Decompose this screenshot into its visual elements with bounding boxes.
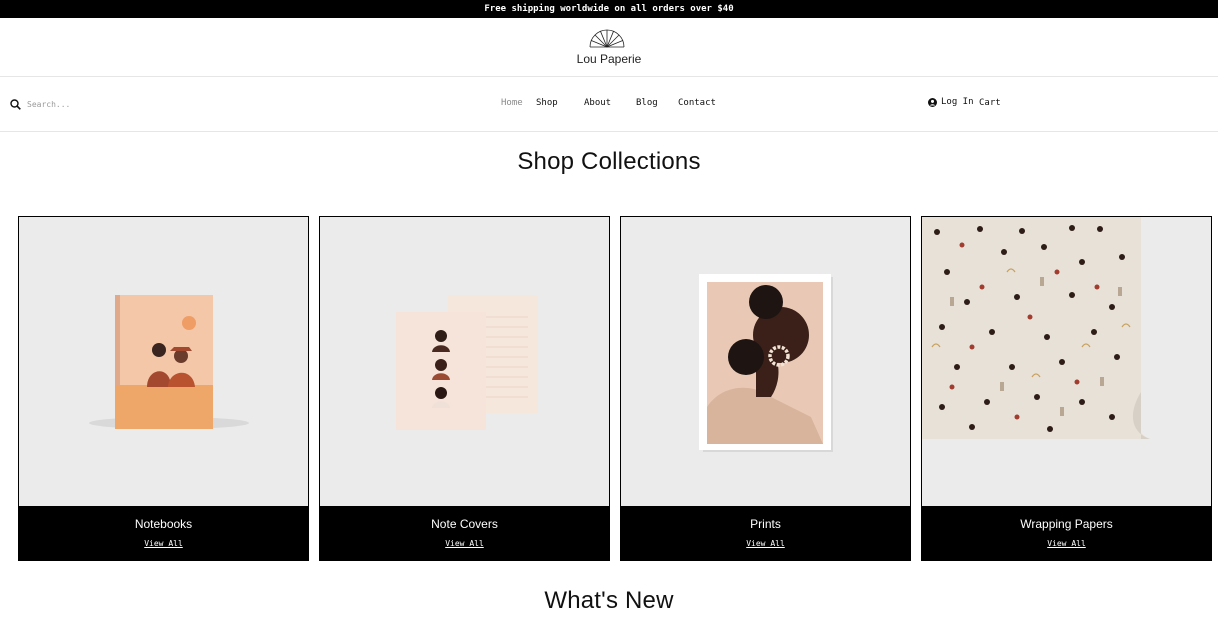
nav-blog[interactable]: Blog [636, 98, 658, 108]
search-box [10, 97, 147, 111]
notebook-image [19, 217, 308, 506]
cart-link[interactable]: Cart [979, 98, 1001, 108]
card-caption: Prints View All [621, 506, 910, 560]
nav-shop[interactable]: Shop [536, 98, 558, 108]
brand-name[interactable]: Lou Paperie [0, 52, 1218, 66]
card-title[interactable]: Note Covers [320, 517, 609, 531]
announcement-bar: Free shipping worldwide on all orders ov… [0, 0, 1218, 18]
card-title[interactable]: Notebooks [19, 517, 308, 531]
collection-card-wrapping-papers[interactable]: Wrapping Papers View All [921, 216, 1212, 561]
search-input[interactable] [27, 99, 147, 109]
view-all-link[interactable]: View All [922, 539, 1211, 548]
card-title[interactable]: Wrapping Papers [922, 517, 1211, 531]
login-link[interactable]: Log In [928, 97, 974, 107]
collection-card-prints[interactable]: Prints View All [620, 216, 911, 561]
whats-new-heading: What's New [544, 587, 674, 614]
note-covers-image [320, 217, 609, 506]
sunburst-logo-icon[interactable] [589, 28, 625, 48]
view-all-link[interactable]: View All [621, 539, 910, 548]
card-caption: Note Covers View All [320, 506, 609, 560]
card-caption: Notebooks View All [19, 506, 308, 560]
collection-card-note-covers[interactable]: Note Covers View All [319, 216, 610, 561]
card-title[interactable]: Prints [621, 517, 910, 531]
nav-home[interactable]: Home [501, 98, 523, 108]
collections-heading: Shop Collections [517, 148, 701, 175]
card-caption: Wrapping Papers View All [922, 506, 1211, 560]
print-image [621, 217, 910, 506]
user-circle-icon [928, 97, 937, 107]
search-icon[interactable] [10, 98, 21, 110]
collection-card-notebooks[interactable]: Notebooks View All [18, 216, 309, 561]
nav-contact[interactable]: Contact [678, 98, 716, 108]
brand-header: Lou Paperie [0, 18, 1218, 77]
login-label: Log In [941, 97, 974, 107]
view-all-link[interactable]: View All [320, 539, 609, 548]
view-all-link[interactable]: View All [19, 539, 308, 548]
wrapping-paper-image [922, 217, 1211, 506]
main-navigation: Home Shop About Blog Contact Log In Cart [0, 77, 1218, 132]
nav-about[interactable]: About [584, 98, 611, 108]
